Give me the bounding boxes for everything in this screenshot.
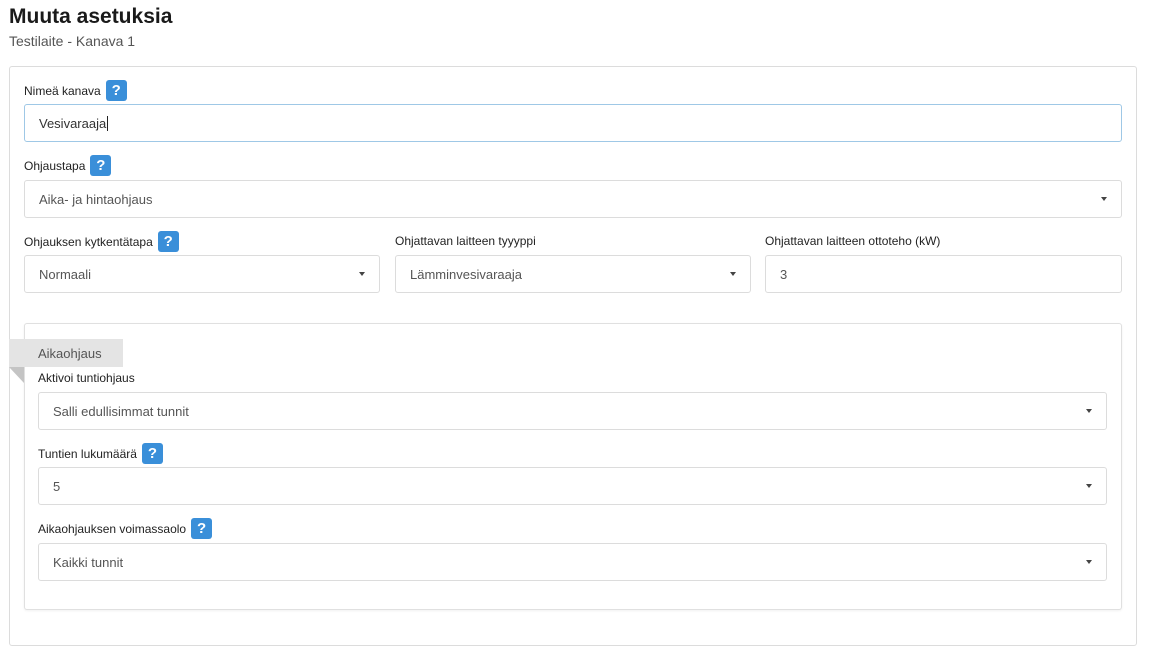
text-cursor [107,115,109,131]
control-method-value: Aika- ja hintaohjaus [39,191,153,207]
channel-name-value: Vesivaraaja [39,115,107,131]
activate-hourly-select[interactable]: Salli edullisimmat tunnit [38,392,1107,430]
device-type-label: Ohjattavan laitteen tyyyppi [395,234,536,248]
hour-count-help-icon[interactable]: ? [141,443,163,464]
device-type-value: Lämminvesivaraaja [410,266,522,282]
switching-mode-select[interactable]: Normaali [24,255,380,293]
control-method-select[interactable]: Aika- ja hintaohjaus [24,180,1122,218]
device-power-value: 3 [780,266,788,282]
device-power-input[interactable]: 3 [765,255,1122,293]
control-method-label-text: Ohjaustapa [24,158,86,173]
chevron-down-icon [1086,409,1092,413]
activate-hourly-value: Salli edullisimmat tunnit [53,403,189,419]
switching-mode-label-text: Ohjauksen kytkentätapa [24,234,153,249]
device-power-label: Ohjattavan laitteen ottoteho (kW) [765,234,940,248]
device-type-select[interactable]: Lämminvesivaraaja [395,255,751,293]
chevron-down-icon [1086,560,1092,564]
chevron-down-icon [730,272,736,276]
chevron-down-icon [359,272,365,276]
validity-select[interactable]: Kaikki tunnit [38,543,1107,581]
time-control-tab: Aikaohjaus [9,339,123,367]
device-power-label-text: Ohjattavan laitteen ottoteho (kW) [765,234,941,248]
validity-value: Kaikki tunnit [53,554,124,570]
channel-name-label: Nimeä kanava ? [24,80,127,101]
activate-hourly-label: Aktivoi tuntiohjaus [38,371,135,385]
control-method-label: Ohjaustapa ? [24,155,112,176]
validity-label: Aikaohjauksen voimassaolo ? [38,518,213,539]
tab-fold-decoration [9,367,24,383]
device-type-label-text: Ohjattavan laitteen tyyyppi [395,234,536,248]
validity-label-text: Aikaohjauksen voimassaolo [38,521,187,536]
validity-help-icon[interactable]: ? [191,518,213,539]
activate-hourly-label-text: Aktivoi tuntiohjaus [38,371,135,385]
channel-name-help-icon[interactable]: ? [105,80,127,101]
switching-mode-help-icon[interactable]: ? [157,231,179,252]
chevron-down-icon [1086,484,1092,488]
chevron-down-icon [1101,197,1107,201]
switching-mode-label: Ohjauksen kytkentätapa ? [24,231,179,252]
channel-name-label-text: Nimeä kanava [24,83,101,98]
hour-count-label-text: Tuntien lukumäärä [38,446,137,461]
switching-mode-value: Normaali [39,266,92,282]
page-subtitle: Testilaite - Kanava 1 [9,33,136,49]
hour-count-select[interactable]: 5 [38,467,1107,505]
time-control-tab-label: Aikaohjaus [38,345,102,361]
channel-name-input[interactable]: Vesivaraaja [24,104,1122,142]
hour-count-value: 5 [53,478,61,494]
control-method-help-icon[interactable]: ? [90,155,112,176]
hour-count-label: Tuntien lukumäärä ? [38,443,163,464]
page-title: Muuta asetuksia [9,5,173,28]
